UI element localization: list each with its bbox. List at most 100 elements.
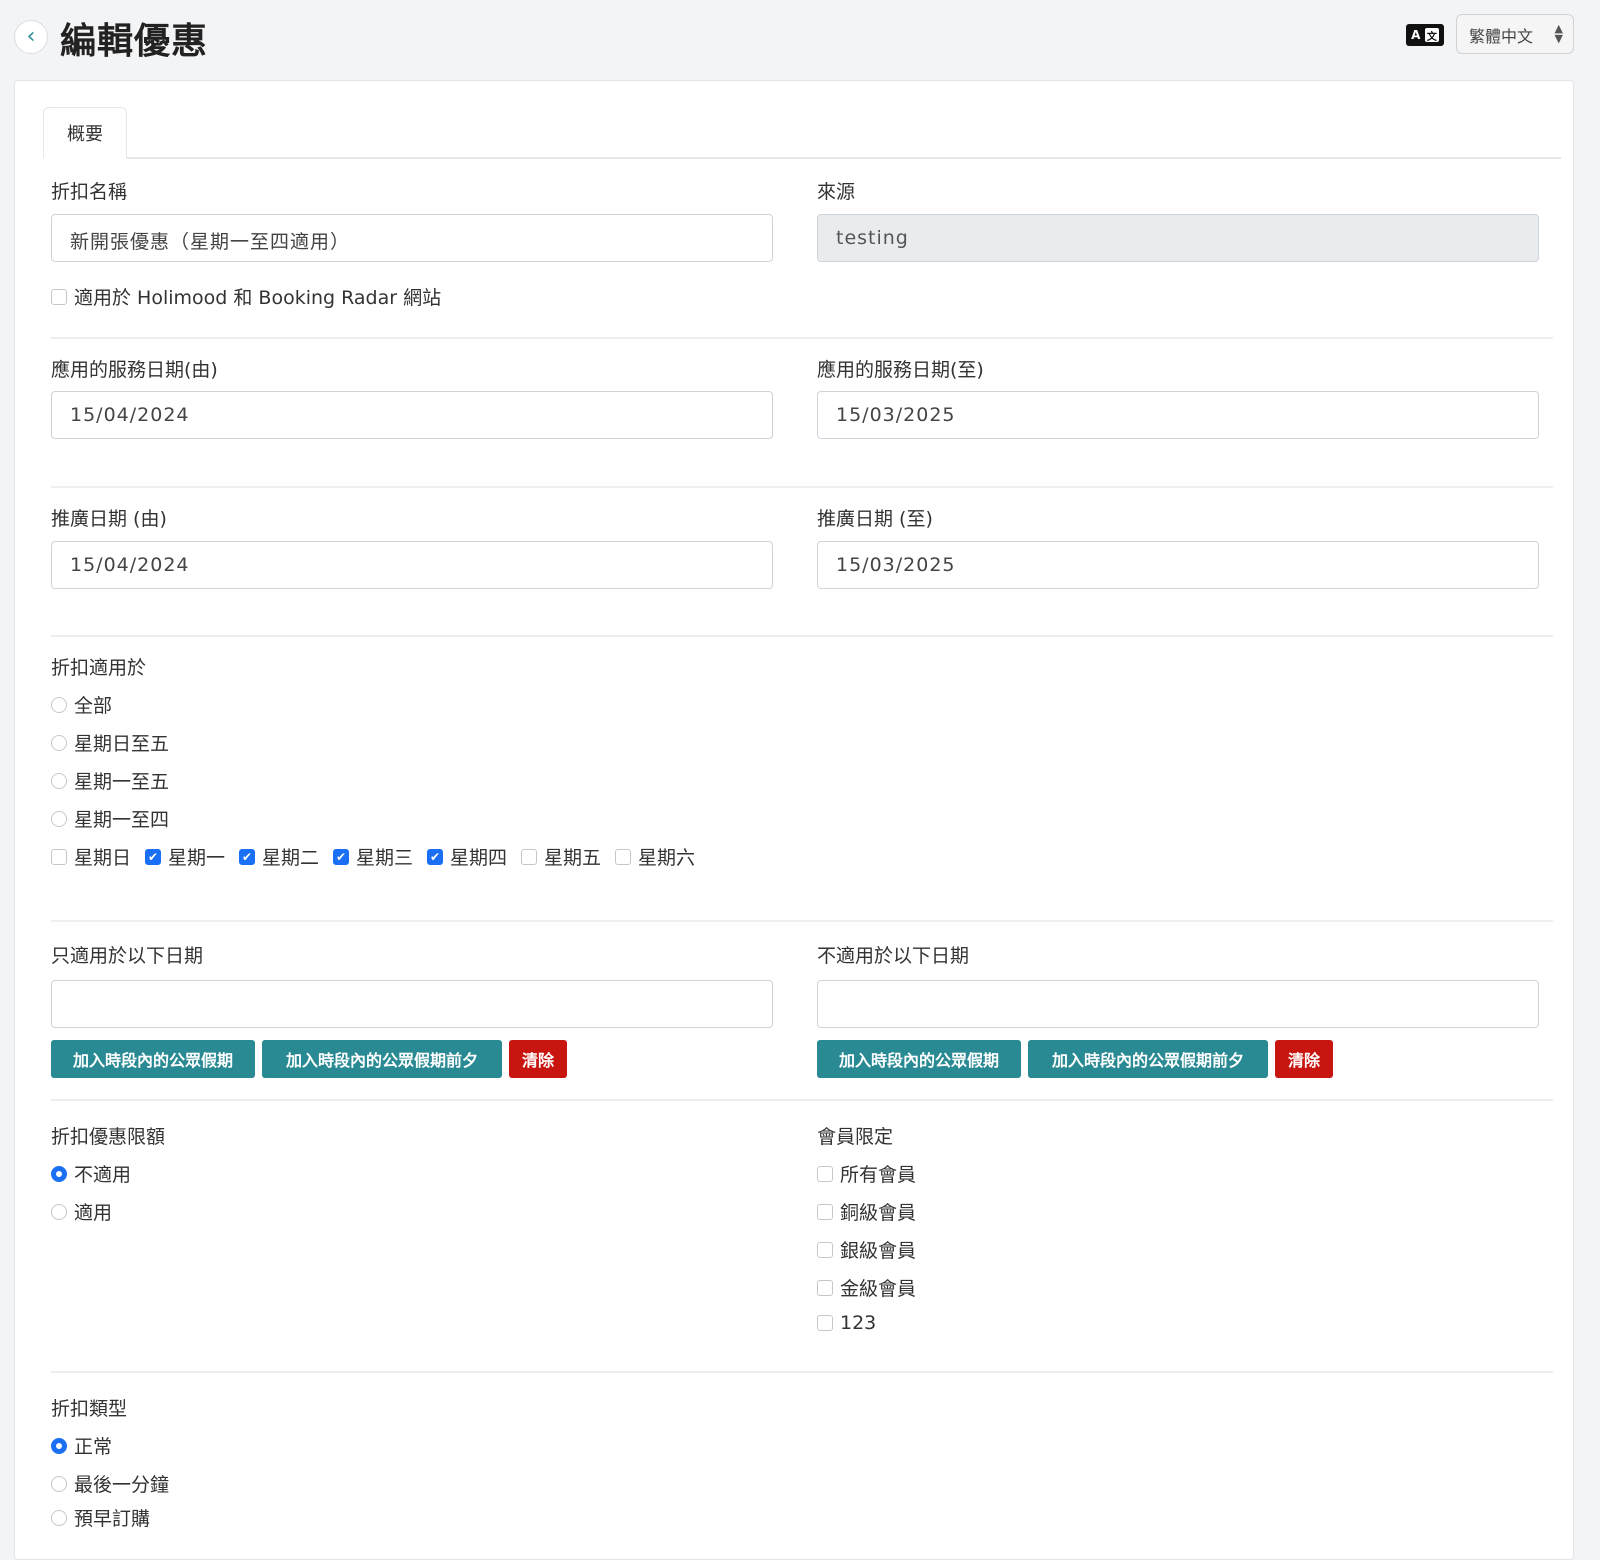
back-button[interactable]: ‹ bbox=[14, 20, 48, 54]
radio-button[interactable] bbox=[51, 772, 67, 789]
applies-to-radio-sun-fri[interactable]: 星期日至五 bbox=[51, 729, 169, 756]
page-title: 編輯優惠 bbox=[60, 21, 209, 62]
checkbox-label: 星期五 bbox=[544, 847, 602, 869]
page-header: ‹ 編輯優惠 A文 繁體中文 ▲ ▼ bbox=[0, 0, 1600, 76]
applies-to-radio-mon-thu[interactable]: 星期一至四 bbox=[51, 805, 169, 832]
service-date-from-input[interactable]: 15/04/2024 bbox=[51, 391, 773, 439]
service-date-to-label: 應用的服務日期(至) bbox=[817, 359, 984, 381]
tab-overview[interactable]: 概要 bbox=[43, 107, 127, 159]
check-icon[interactable]: ✔ bbox=[239, 848, 255, 865]
checkbox-box[interactable] bbox=[51, 288, 67, 305]
discount-type-radio-last-minute[interactable]: 最後一分鐘 bbox=[51, 1470, 169, 1497]
language-select[interactable]: 繁體中文 ▲ ▼ bbox=[1456, 14, 1574, 54]
day-checkbox-sun[interactable]: 星期日 bbox=[51, 843, 131, 870]
select-arrows-icon: ▲ ▼ bbox=[1554, 22, 1563, 45]
divider bbox=[51, 920, 1553, 922]
discount-name-label: 折扣名稱 bbox=[51, 181, 128, 203]
radio-label: 星期一至五 bbox=[74, 771, 170, 793]
add-holiday-eves-button[interactable]: 加入時段內的公眾假期前夕 bbox=[1028, 1040, 1268, 1078]
checkbox-label: 星期日 bbox=[74, 847, 132, 869]
day-checkbox-wed[interactable]: ✔ 星期三 bbox=[333, 843, 413, 870]
language-icon: A文 bbox=[1406, 24, 1444, 46]
checkbox-box[interactable] bbox=[817, 1165, 833, 1182]
membership-checkbox-silver[interactable]: 銀級會員 bbox=[817, 1236, 916, 1263]
checkbox-box[interactable] bbox=[817, 1241, 833, 1258]
radio-label: 不適用 bbox=[74, 1164, 132, 1186]
limit-label: 折扣優惠限額 bbox=[51, 1126, 166, 1148]
divider bbox=[51, 337, 1553, 339]
day-checkbox-mon[interactable]: ✔ 星期一 bbox=[145, 843, 225, 870]
radio-button[interactable] bbox=[51, 1165, 67, 1182]
checkbox-box[interactable] bbox=[615, 848, 631, 865]
radio-button[interactable] bbox=[51, 1437, 67, 1454]
applies-to-radio-mon-fri[interactable]: 星期一至五 bbox=[51, 767, 169, 794]
clear-button[interactable]: 清除 bbox=[1275, 1040, 1333, 1078]
limit-radio-not-applicable[interactable]: 不適用 bbox=[51, 1160, 131, 1187]
add-holidays-button[interactable]: 加入時段內的公眾假期 bbox=[817, 1040, 1021, 1078]
service-date-to-input[interactable]: 15/03/2025 bbox=[817, 391, 1539, 439]
divider bbox=[51, 486, 1553, 488]
checkbox-label: 星期三 bbox=[356, 847, 414, 869]
checkbox-label: 星期四 bbox=[450, 847, 508, 869]
limit-radio-applicable[interactable]: 適用 bbox=[51, 1198, 112, 1225]
membership-checkbox-bronze[interactable]: 銅級會員 bbox=[817, 1198, 916, 1225]
holimood-checkbox[interactable]: 適用於 Holimood 和 Booking Radar 網站 bbox=[51, 283, 441, 310]
divider bbox=[51, 1371, 1553, 1373]
check-icon[interactable]: ✔ bbox=[145, 848, 161, 865]
checkbox-label: 銅級會員 bbox=[840, 1202, 917, 1224]
day-checkbox-fri[interactable]: 星期五 bbox=[521, 843, 601, 870]
checkbox-box[interactable] bbox=[817, 1203, 833, 1220]
discount-type-label: 折扣類型 bbox=[51, 1398, 128, 1420]
language-selected: 繁體中文 bbox=[1469, 27, 1534, 46]
radio-label: 星期日至五 bbox=[74, 733, 170, 755]
checkbox-label: 銀級會員 bbox=[840, 1240, 917, 1262]
promo-date-to-label: 推廣日期 (至) bbox=[817, 508, 933, 530]
service-date-from-label: 應用的服務日期(由) bbox=[51, 359, 218, 381]
check-icon[interactable]: ✔ bbox=[427, 848, 443, 865]
radio-button[interactable] bbox=[51, 1509, 67, 1526]
radio-button[interactable] bbox=[51, 810, 67, 827]
check-icon[interactable]: ✔ bbox=[333, 848, 349, 865]
chevron-left-icon: ‹ bbox=[26, 24, 36, 49]
checkbox-box[interactable] bbox=[817, 1279, 833, 1296]
checkbox-label: 所有會員 bbox=[840, 1164, 917, 1186]
membership-checkbox-123[interactable]: 123 bbox=[817, 1312, 876, 1334]
checkbox-box[interactable] bbox=[817, 1315, 833, 1331]
source-label: 來源 bbox=[817, 181, 856, 203]
radio-button[interactable] bbox=[51, 1475, 67, 1492]
radio-label: 預早訂購 bbox=[74, 1508, 151, 1530]
membership-checkbox-gold[interactable]: 金級會員 bbox=[817, 1274, 916, 1301]
radio-button[interactable] bbox=[51, 734, 67, 751]
radio-button[interactable] bbox=[51, 696, 67, 713]
promo-date-to-input[interactable]: 15/03/2025 bbox=[817, 541, 1539, 589]
exclude-dates-input[interactable] bbox=[817, 980, 1539, 1028]
source-input[interactable]: testing bbox=[817, 214, 1539, 262]
clear-button[interactable]: 清除 bbox=[509, 1040, 567, 1078]
discount-type-radio-normal[interactable]: 正常 bbox=[51, 1432, 112, 1459]
promo-date-from-label: 推廣日期 (由) bbox=[51, 508, 167, 530]
day-checkbox-tue[interactable]: ✔ 星期二 bbox=[239, 843, 319, 870]
day-checkbox-thu[interactable]: ✔ 星期四 bbox=[427, 843, 507, 870]
add-holiday-eves-button[interactable]: 加入時段內的公眾假期前夕 bbox=[262, 1040, 502, 1078]
applies-to-label: 折扣適用於 bbox=[51, 657, 147, 679]
applies-to-radio-all[interactable]: 全部 bbox=[51, 691, 112, 718]
promo-date-from-input[interactable]: 15/04/2024 bbox=[51, 541, 773, 589]
checkbox-label: 星期一 bbox=[168, 847, 226, 869]
checkbox-box[interactable] bbox=[521, 848, 537, 865]
discount-name-input[interactable]: 新開張優惠（星期一至四適用） bbox=[51, 214, 773, 262]
exclude-dates-label: 不適用於以下日期 bbox=[817, 945, 970, 967]
radio-label: 正常 bbox=[74, 1436, 113, 1458]
membership-checkbox-all[interactable]: 所有會員 bbox=[817, 1160, 916, 1187]
discount-type-radio-early-bird[interactable]: 預早訂購 bbox=[51, 1504, 150, 1531]
radio-button[interactable] bbox=[51, 1203, 67, 1220]
checkbox-label: 金級會員 bbox=[840, 1278, 917, 1300]
add-holidays-button[interactable]: 加入時段內的公眾假期 bbox=[51, 1040, 255, 1078]
divider bbox=[51, 1099, 1553, 1101]
only-dates-input[interactable] bbox=[51, 980, 773, 1028]
radio-label: 全部 bbox=[74, 695, 113, 717]
only-dates-label: 只適用於以下日期 bbox=[51, 945, 204, 967]
radio-label: 星期一至四 bbox=[74, 809, 170, 831]
day-checkbox-sat[interactable]: 星期六 bbox=[615, 843, 695, 870]
radio-label: 適用 bbox=[74, 1202, 113, 1224]
checkbox-box[interactable] bbox=[51, 848, 67, 865]
